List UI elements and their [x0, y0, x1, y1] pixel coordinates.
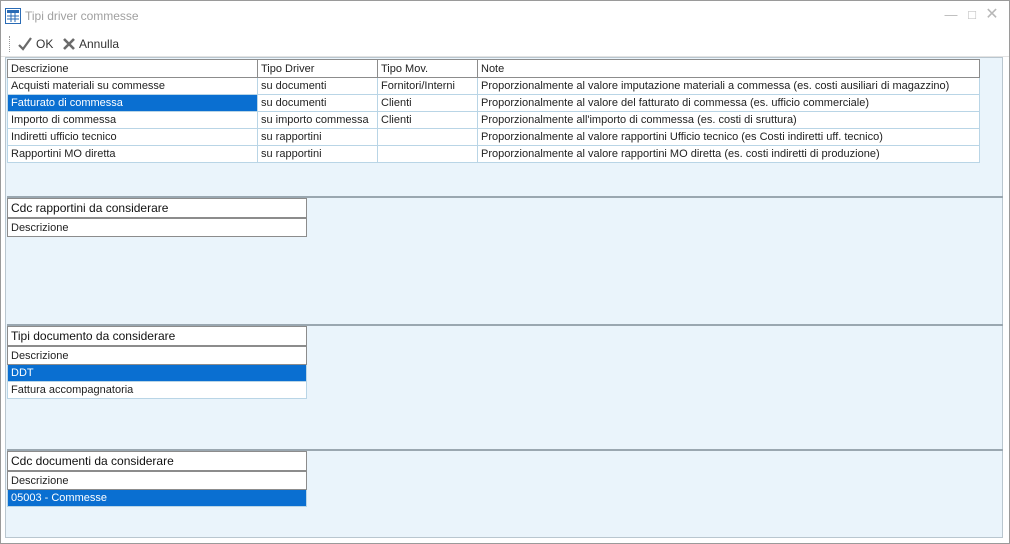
section-title: Tipi documento da considerare: [7, 326, 307, 346]
x-cross-icon: [62, 37, 76, 51]
header-row: Descrizione: [7, 471, 307, 490]
cell-descrizione[interactable]: Rapportini MO diretta: [7, 145, 258, 163]
cdc-documenti-section: Cdc documenti da considerare Descrizione…: [7, 449, 1003, 538]
table-row[interactable]: Fattura accompagnatoria: [7, 381, 307, 399]
cell-descrizione-selected[interactable]: DDT: [7, 364, 307, 382]
cell-descrizione-selected[interactable]: Fatturato di commessa: [7, 94, 258, 112]
title-bar: Tipi driver commesse — □ ✕: [1, 1, 1009, 31]
cell-tipo-driver[interactable]: su rapportini: [257, 128, 378, 146]
cell-descrizione-selected[interactable]: 05003 - Commesse: [7, 489, 307, 507]
maximize-icon[interactable]: □: [964, 7, 980, 23]
drivers-header-row: Descrizione Tipo Driver Tipo Mov. Note: [7, 59, 980, 78]
cell-descrizione[interactable]: Fattura accompagnatoria: [7, 381, 307, 399]
tipi-documento-section: Tipi documento da considerare Descrizion…: [7, 324, 1003, 450]
cancel-label: Annulla: [79, 37, 120, 51]
cell-tipo-mov[interactable]: [377, 145, 478, 163]
cell-tipo-mov[interactable]: Clienti: [377, 111, 478, 129]
table-row[interactable]: DDT: [7, 364, 307, 382]
column-header-descrizione[interactable]: Descrizione: [7, 471, 307, 490]
cell-note[interactable]: Proporzionalmente all'importo di commess…: [477, 111, 980, 129]
table-row[interactable]: Fatturato di commessa su documenti Clien…: [7, 94, 980, 112]
ok-button[interactable]: OK: [17, 35, 53, 53]
cell-note[interactable]: Proporzionalmente al valore del fatturat…: [477, 94, 980, 112]
drivers-grid: Descrizione Tipo Driver Tipo Mov. Note A…: [7, 59, 980, 163]
cell-tipo-driver[interactable]: su importo commessa: [257, 111, 378, 129]
column-header-tipo-mov[interactable]: Tipo Mov.: [377, 59, 478, 78]
cell-descrizione[interactable]: Importo di commessa: [7, 111, 258, 129]
header-row: Descrizione: [7, 218, 307, 237]
ok-label: OK: [36, 37, 54, 51]
cell-descrizione[interactable]: Indiretti ufficio tecnico: [7, 128, 258, 146]
column-header-descrizione[interactable]: Descrizione: [7, 346, 307, 365]
table-row[interactable]: Rapportini MO diretta su rapportini Prop…: [7, 145, 980, 163]
cell-descrizione[interactable]: Acquisti materiali su commesse: [7, 77, 258, 95]
cdc-documenti-grid: Descrizione 05003 - Commesse: [7, 471, 307, 507]
grid-app-icon: [5, 8, 21, 24]
cell-tipo-mov[interactable]: Clienti: [377, 94, 478, 112]
cell-tipo-driver[interactable]: su documenti: [257, 77, 378, 95]
cdc-rapportini-section: Cdc rapportini da considerare Descrizion…: [7, 196, 1003, 322]
cell-tipo-mov[interactable]: [377, 128, 478, 146]
checkmark-icon: [17, 36, 33, 52]
section-title: Cdc documenti da considerare: [7, 451, 307, 471]
column-header-tipo-driver[interactable]: Tipo Driver: [257, 59, 378, 78]
close-icon[interactable]: ✕: [984, 7, 1000, 23]
toolbar: OK Annulla: [1, 31, 1009, 57]
minimize-icon[interactable]: —: [943, 7, 959, 23]
tipi-documento-grid: Descrizione DDT Fattura accompagnatoria: [7, 346, 307, 399]
column-header-note[interactable]: Note: [477, 59, 980, 78]
column-header-descrizione[interactable]: Descrizione: [7, 218, 307, 237]
section-title: Cdc rapportini da considerare: [7, 198, 307, 218]
table-row[interactable]: Indiretti ufficio tecnico su rapportini …: [7, 128, 980, 146]
dialog-window: Tipi driver commesse — □ ✕ OK Annulla De…: [0, 0, 1010, 544]
cell-note[interactable]: Proporzionalmente al valore rapportini U…: [477, 128, 980, 146]
cdc-rapportini-grid: Descrizione: [7, 218, 307, 237]
table-row[interactable]: Importo di commessa su importo commessa …: [7, 111, 980, 129]
toolbar-grip[interactable]: [9, 36, 11, 52]
cell-note[interactable]: Proporzionalmente al valore imputazione …: [477, 77, 980, 95]
header-row: Descrizione: [7, 346, 307, 365]
cell-tipo-driver[interactable]: su documenti: [257, 94, 378, 112]
window-title: Tipi driver commesse: [25, 9, 139, 23]
cell-tipo-driver[interactable]: su rapportini: [257, 145, 378, 163]
table-row[interactable]: Acquisti materiali su commesse su docume…: [7, 77, 980, 95]
table-row[interactable]: 05003 - Commesse: [7, 489, 307, 507]
cancel-button[interactable]: Annulla: [62, 35, 119, 53]
column-header-descrizione[interactable]: Descrizione: [7, 59, 258, 78]
cell-note[interactable]: Proporzionalmente al valore rapportini M…: [477, 145, 980, 163]
main-panel: Descrizione Tipo Driver Tipo Mov. Note A…: [5, 57, 1003, 538]
cell-tipo-mov[interactable]: Fornitori/Interni: [377, 77, 478, 95]
